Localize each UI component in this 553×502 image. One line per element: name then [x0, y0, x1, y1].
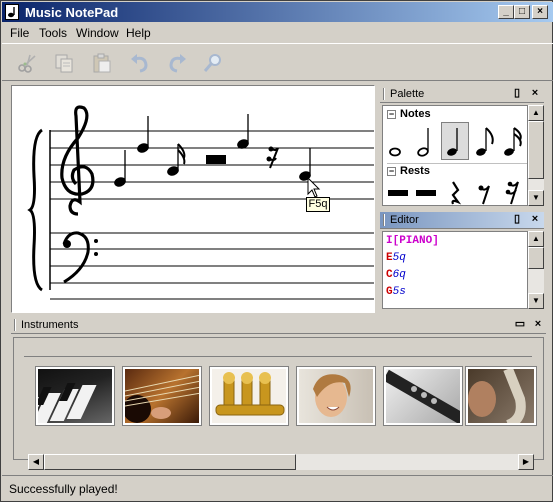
system-brace	[27, 128, 43, 292]
note-g5-sixteenth	[167, 143, 186, 176]
scroll-thumb[interactable]	[528, 247, 544, 269]
editor-panel: Editor ▯ × I[PIANO] E5q C6q G5s ▲ ▼	[380, 212, 544, 313]
menu-bar: File Tools Window Help	[2, 23, 553, 43]
menu-help[interactable]: Help	[126, 26, 151, 40]
notes-section-header[interactable]: − Notes	[387, 108, 431, 120]
scroll-down-icon[interactable]: ▼	[528, 190, 544, 206]
scroll-right-icon[interactable]: ▶	[518, 454, 534, 470]
scroll-up-icon[interactable]: ▲	[528, 105, 544, 121]
palette-header[interactable]: Palette ▯ ×	[380, 86, 544, 103]
scroll-left-icon[interactable]: ◀	[28, 454, 44, 470]
eighth-note-button[interactable]	[471, 122, 499, 160]
palette-scrollbar[interactable]: ▲ ▼	[528, 105, 544, 206]
instrument-gallery: ◀ ▶	[13, 337, 544, 470]
sixteenth-rest-button[interactable]	[499, 178, 527, 206]
editor-line: G5s	[386, 286, 406, 298]
whole-note-button[interactable]	[385, 122, 413, 160]
instruments-scrollbar[interactable]: ◀ ▶	[28, 454, 534, 470]
maximize-button[interactable]: □	[514, 5, 530, 19]
scroll-thumb[interactable]	[44, 454, 296, 470]
piano-thumbnail[interactable]	[35, 366, 115, 426]
palette-title: Palette	[390, 88, 425, 100]
app-note-icon	[5, 4, 19, 20]
mouse-cursor-icon	[307, 176, 321, 198]
treble-clef	[60, 105, 95, 216]
voice-thumbnail[interactable]	[296, 366, 376, 426]
menu-file[interactable]: File	[10, 26, 29, 40]
half-rest	[206, 155, 226, 164]
title-bar[interactable]: Music NotePad _ □ ×	[2, 2, 553, 22]
half-rest-button[interactable]	[413, 178, 441, 206]
treble-staff	[50, 130, 374, 200]
quarter-rest-button[interactable]	[441, 178, 469, 206]
editor-line: I[PIANO]	[386, 235, 439, 247]
note-c6-quarter	[137, 116, 149, 153]
pin-icon[interactable]: ▭	[513, 318, 527, 332]
quarter-note-button[interactable]	[441, 122, 469, 160]
editor-close-icon[interactable]: ×	[528, 213, 542, 227]
instruments-close-icon[interactable]: ×	[531, 318, 545, 332]
close-button[interactable]: ×	[532, 5, 548, 19]
magnifier-icon[interactable]	[201, 52, 225, 74]
scroll-down-icon[interactable]: ▼	[528, 293, 544, 309]
instruments-header[interactable]: Instruments ▭ ×	[11, 317, 546, 334]
drag-grip-icon[interactable]	[14, 319, 16, 331]
sixteenth-note-button[interactable]	[499, 122, 527, 160]
note-c6-quarter-2	[237, 114, 249, 149]
guitar-thumbnail[interactable]	[122, 366, 202, 426]
menu-tools[interactable]: Tools	[39, 26, 67, 40]
eighth-rest-button[interactable]	[471, 178, 499, 206]
undo-icon[interactable]	[128, 52, 152, 74]
dock-icon[interactable]: ▯	[510, 213, 524, 227]
editor-line: E5q	[386, 252, 406, 264]
collapse-icon: −	[387, 109, 396, 119]
music-string-editor[interactable]: I[PIANO] E5q C6q G5s	[382, 231, 528, 309]
palette-close-icon[interactable]: ×	[528, 87, 542, 101]
editor-header[interactable]: Editor ▯ ×	[380, 212, 544, 229]
scroll-thumb[interactable]	[528, 121, 544, 179]
scroll-up-icon[interactable]: ▲	[528, 231, 544, 247]
status-bar: Successfully played!	[2, 475, 553, 501]
half-note-button[interactable]	[413, 122, 441, 160]
menu-window[interactable]: Window	[76, 26, 119, 40]
trumpet-thumbnail[interactable]	[209, 366, 289, 426]
drag-grip-icon[interactable]	[383, 214, 385, 226]
instruments-panel: Instruments ▭ × ◀ ▶	[11, 317, 546, 470]
saxophone-thumbnail[interactable]	[465, 366, 537, 426]
palette-body: − Notes − Rests	[382, 105, 528, 206]
instruments-title: Instruments	[21, 319, 79, 331]
toolbar	[2, 43, 553, 81]
note-e5-quarter	[114, 150, 126, 187]
scissors-icon[interactable]	[16, 52, 40, 74]
dock-icon[interactable]: ▯	[510, 87, 524, 101]
bass-clef	[62, 231, 98, 284]
minimize-button[interactable]: _	[498, 5, 514, 19]
rests-section-header[interactable]: − Rests	[387, 163, 527, 177]
copy-icon[interactable]	[52, 52, 76, 74]
redo-icon[interactable]	[165, 52, 189, 74]
status-text: Successfully played!	[9, 482, 118, 496]
clarinet-thumbnail[interactable]	[383, 366, 463, 426]
whole-rest-button[interactable]	[385, 178, 413, 206]
main-window: Music NotePad _ □ × File Tools Window He…	[0, 0, 553, 502]
editor-scrollbar[interactable]: ▲ ▼	[528, 231, 544, 309]
editor-line: C6q	[386, 269, 406, 281]
paste-icon[interactable]	[90, 52, 114, 74]
bass-staff	[50, 232, 374, 300]
palette-panel: Palette ▯ × − Notes − Rests ▲ ▼	[380, 86, 544, 208]
drag-grip-icon[interactable]	[383, 88, 385, 100]
collapse-icon: −	[387, 166, 396, 176]
note-tooltip: F5q	[306, 197, 330, 212]
window-title: Music NotePad	[25, 5, 119, 20]
editor-title: Editor	[390, 214, 419, 226]
